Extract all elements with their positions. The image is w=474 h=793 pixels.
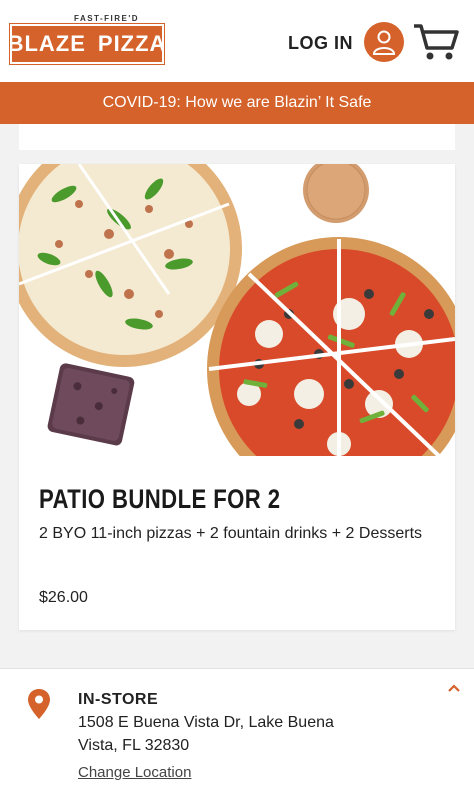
location-bar: IN-STORE 1508 E Buena Vista Dr, Lake Bue…: [0, 668, 474, 793]
location-pin-icon: [28, 689, 50, 719]
store-address: 1508 E Buena Vista Dr, Lake Buena Vista,…: [78, 714, 334, 754]
logo-word-left: BLAZE: [7, 31, 86, 56]
pizza-illustration: [19, 164, 455, 456]
user-icon[interactable]: [364, 22, 404, 62]
change-location-link[interactable]: Change Location: [78, 764, 191, 781]
logo-tagline: FAST-FIRE'D: [74, 14, 140, 23]
product-title: PATIO BUNDLE FOR 2: [39, 484, 281, 514]
banner-text: COVID-19: How we are Blazin’ It Safe: [102, 94, 372, 111]
product-description: 2 BYO 11-inch pizzas + 2 fountain drinks…: [39, 525, 423, 542]
person-icon: [372, 30, 396, 55]
header: FAST-FIRE'D BLAZE PIZZA LOG IN: [0, 0, 474, 82]
logo-word-right: PIZZA: [97, 31, 167, 56]
covid-banner[interactable]: COVID-19: How we are Blazin’ It Safe: [0, 82, 474, 124]
previous-card-bottom: [19, 124, 455, 150]
logo-box: BLAZE PIZZA: [7, 23, 167, 65]
order-mode-label: IN-STORE: [78, 691, 159, 708]
product-card[interactable]: PATIO BUNDLE FOR 2 2 BYO 11-inch pizzas …: [19, 164, 455, 630]
product-price: $26.00: [39, 589, 88, 606]
login-link[interactable]: LOG IN: [288, 33, 353, 54]
cart-icon[interactable]: [412, 22, 460, 62]
blaze-pizza-logo[interactable]: FAST-FIRE'D BLAZE PIZZA: [7, 14, 167, 66]
product-image: [19, 164, 455, 456]
chevron-up-icon[interactable]: [447, 683, 461, 693]
